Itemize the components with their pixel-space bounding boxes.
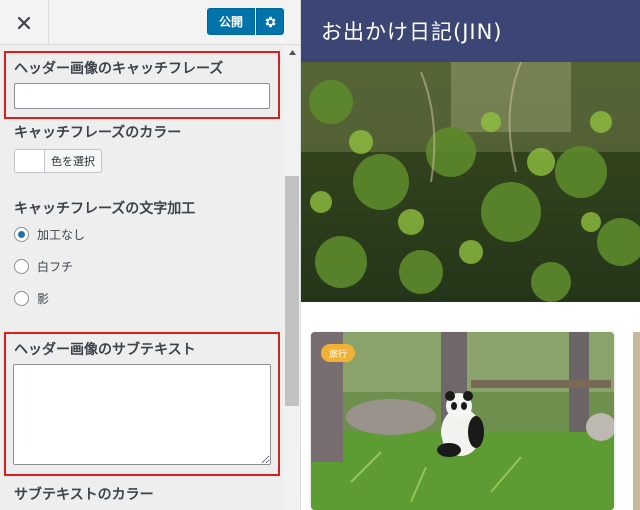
- close-icon: [18, 16, 30, 29]
- site-header: お出かけ日記(JIN): [301, 0, 640, 62]
- catchphrase-title: ヘッダー画像のキャッチフレーズ: [14, 61, 224, 77]
- radio-button[interactable]: [14, 291, 29, 306]
- color-swatch: [15, 150, 45, 172]
- catchphrase-effect-title: キャッチフレーズの文字加工: [14, 201, 196, 217]
- radio-label: 影: [37, 292, 50, 306]
- radio-button[interactable]: [14, 259, 29, 274]
- radio-button[interactable]: [14, 227, 29, 242]
- customizer-panel: 公開 ヘッダー画像のキャッチフレーズ キャッチフレーズのカラー 色を選択 キャッ…: [0, 0, 301, 510]
- scrollbar-thumb[interactable]: [285, 176, 299, 406]
- category-tag[interactable]: 旅行: [321, 344, 356, 362]
- catchphrase-color-title: キャッチフレーズのカラー: [14, 125, 182, 141]
- publish-settings-button[interactable]: [256, 8, 284, 35]
- article-card[interactable]: 旅行: [311, 332, 614, 510]
- close-button[interactable]: [0, 0, 49, 45]
- panda-image: [311, 332, 614, 510]
- chevron-up-icon: [288, 49, 296, 55]
- color-button-label: 色を選択: [51, 155, 95, 168]
- catchphrase-color-button[interactable]: 色を選択: [14, 149, 102, 173]
- radio-label: 加工なし: [37, 228, 86, 242]
- effect-option-shadow[interactable]: 影: [14, 290, 49, 307]
- panel-scrollbar[interactable]: [284, 46, 300, 510]
- header-image: [301, 61, 640, 302]
- effect-option-none[interactable]: 加工なし: [14, 226, 85, 243]
- scroll-up-arrow[interactable]: [284, 46, 300, 58]
- site-title[interactable]: お出かけ日記(JIN): [321, 16, 502, 46]
- radio-label: 白フチ: [37, 260, 74, 274]
- article-card-partial[interactable]: [633, 332, 640, 510]
- forest-image: [301, 61, 640, 302]
- settings-scroll-area: ヘッダー画像のキャッチフレーズ キャッチフレーズのカラー 色を選択 キャッチフレ…: [0, 46, 300, 510]
- gear-icon: [265, 16, 276, 27]
- effect-option-white-outline[interactable]: 白フチ: [14, 258, 73, 275]
- customizer-header: 公開: [0, 0, 300, 45]
- catchphrase-input[interactable]: [14, 83, 270, 109]
- publish-button[interactable]: 公開: [207, 8, 255, 35]
- subtext-title: ヘッダー画像のサブテキスト: [14, 342, 196, 358]
- subtext-color-title: サブテキストのカラー: [14, 487, 154, 503]
- site-preview: お出かけ日記(JIN) 旅行: [301, 0, 640, 510]
- subtext-textarea[interactable]: [13, 364, 271, 465]
